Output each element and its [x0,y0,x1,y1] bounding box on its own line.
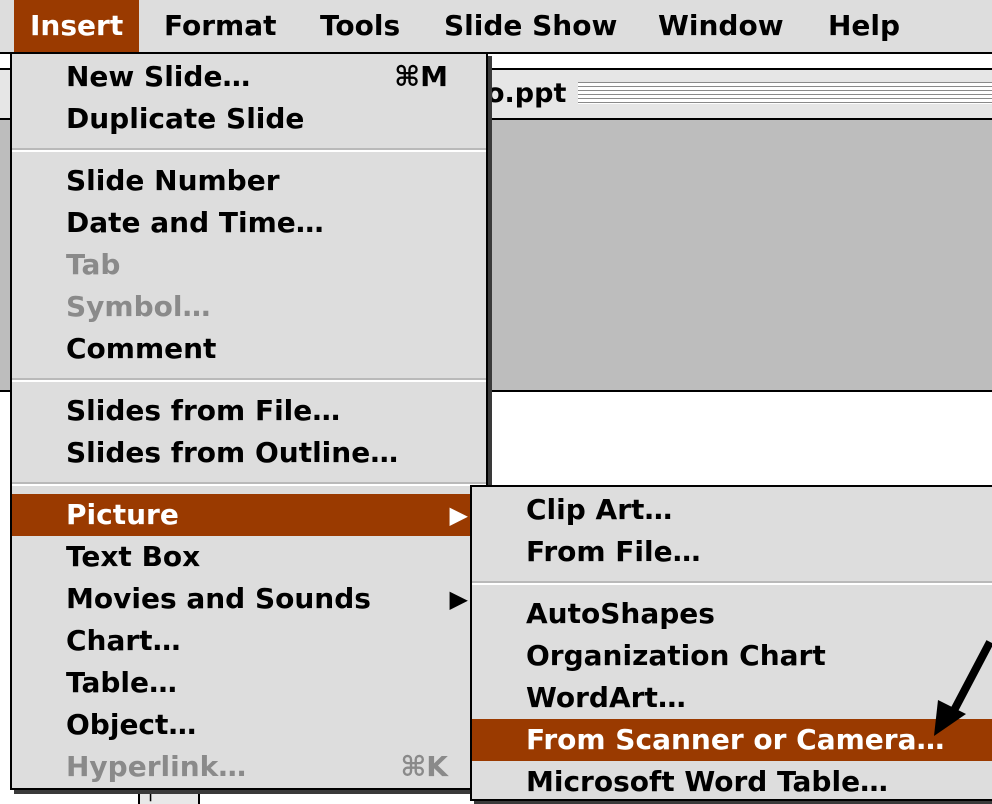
picture-submenu: Clip Art… From File… AutoShapes Organizatio… [470,485,992,801]
menu-item-label: Clip Art… [526,493,673,526]
menu-help[interactable]: Help [812,0,916,52]
menu-item-picture[interactable]: Picture ▶ [12,494,486,536]
menu-separator [12,378,486,382]
menu-bar: Insert Format Tools Slide Show Window He… [0,0,992,54]
menu-item-clip-art[interactable]: Clip Art… [472,489,992,531]
menu-item-label: From Scanner or Camera… [526,723,945,756]
menu-item-date-and-time[interactable]: Date and Time… [12,202,486,244]
menu-separator [472,581,992,585]
menu-separator [12,482,486,486]
keyboard-shortcut: ⌘M [394,60,448,93]
keyboard-shortcut: ⌘K [400,750,448,783]
menu-item-label: Symbol… [66,290,211,323]
menu-item-label: Movies and Sounds [66,582,371,615]
menu-item-label: Picture [66,498,179,531]
submenu-arrow-icon: ▶ [449,501,468,529]
pointer-arrow-icon [934,640,992,736]
menu-slide-show[interactable]: Slide Show [428,0,633,52]
menu-item-slides-from-outline[interactable]: Slides from Outline… [12,432,486,474]
menu-window[interactable]: Window [642,0,800,52]
menu-item-label: New Slide… [66,60,251,93]
menu-item-hyperlink: Hyperlink… ⌘K [12,746,486,788]
menu-item-movies-and-sounds[interactable]: Movies and Sounds ▶ [12,578,486,620]
menu-item-label: Slides from File… [66,394,341,427]
menu-item-tab: Tab [12,244,486,286]
menu-item-label: Duplicate Slide [66,102,305,135]
title-bar-stripes [576,82,992,104]
menu-item-chart[interactable]: Chart… [12,620,486,662]
menu-item-label: Hyperlink… [66,750,247,783]
menu-item-label: Chart… [66,624,181,657]
submenu-arrow-icon: ▶ [449,585,468,613]
menu-insert[interactable]: Insert [14,0,140,52]
menu-item-new-slide[interactable]: New Slide… ⌘M [12,56,486,98]
menu-item-microsoft-word-table[interactable]: Microsoft Word Table… [472,761,992,803]
menu-item-label: From File… [526,535,701,568]
menu-item-label: WordArt… [526,681,686,714]
menu-item-slide-number[interactable]: Slide Number [12,160,486,202]
menu-item-label: AutoShapes [526,597,715,630]
insert-menu: New Slide… ⌘M Duplicate Slide Slide Number D… [10,52,488,790]
menu-item-from-scanner-or-camera[interactable]: From Scanner or Camera… [472,719,992,761]
menu-item-label: Organization Chart [526,639,826,672]
menu-item-label: Comment [66,332,217,365]
menu-item-duplicate-slide[interactable]: Duplicate Slide [12,98,486,140]
menu-item-wordart[interactable]: WordArt… [472,677,992,719]
menu-item-label: Tab [66,248,121,281]
menu-item-autoshapes[interactable]: AutoShapes [472,593,992,635]
menu-item-slides-from-file[interactable]: Slides from File… [12,390,486,432]
document-title: o.ppt [486,70,579,118]
menu-item-object[interactable]: Object… [12,704,486,746]
menu-item-from-file[interactable]: From File… [472,531,992,573]
menu-item-label: Date and Time… [66,206,324,239]
menu-format[interactable]: Format [148,0,293,52]
menu-tools[interactable]: Tools [304,0,416,52]
menu-item-text-box[interactable]: Text Box [12,536,486,578]
menu-item-label: Slides from Outline… [66,436,399,469]
menu-item-organization-chart[interactable]: Organization Chart [472,635,992,677]
menu-item-comment[interactable]: Comment [12,328,486,370]
menu-item-table[interactable]: Table… [12,662,486,704]
menu-item-label: Table… [66,666,178,699]
menu-item-symbol: Symbol… [12,286,486,328]
menu-separator [12,148,486,152]
menu-item-label: Slide Number [66,164,280,197]
menu-item-label: Microsoft Word Table… [526,765,889,798]
menu-item-label: Text Box [66,540,201,573]
menu-item-label: Object… [66,708,197,741]
